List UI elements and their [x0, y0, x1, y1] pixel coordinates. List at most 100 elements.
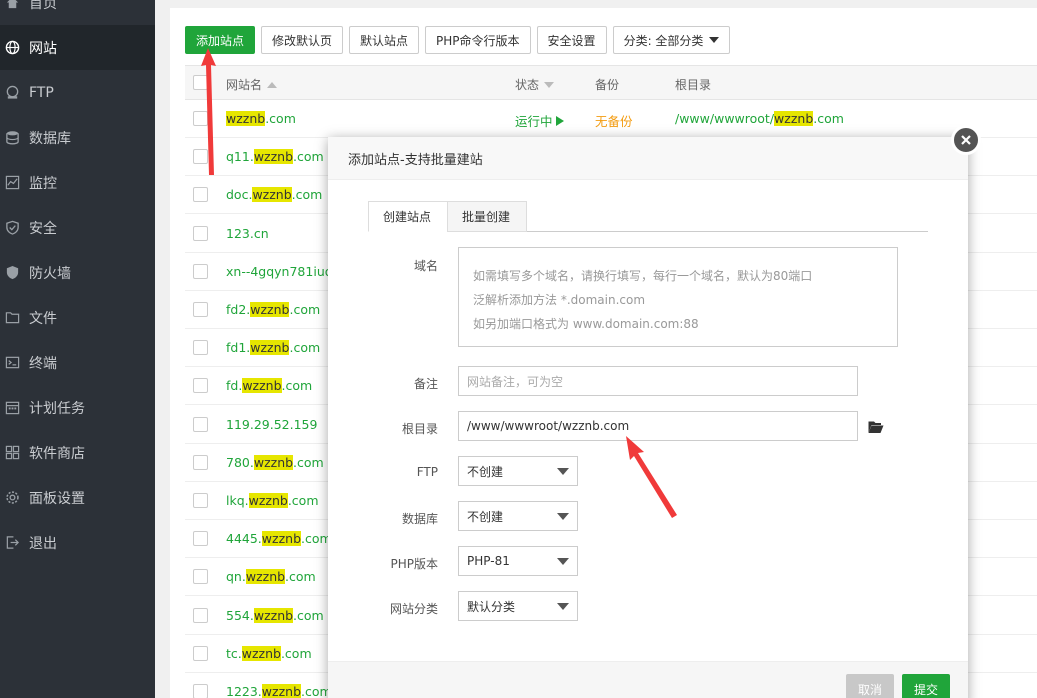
status-toggle[interactable]: 运行中 — [515, 111, 564, 130]
domain-label: 域名 — [413, 259, 438, 273]
add-site-button[interactable]: 添加站点 — [185, 26, 256, 54]
sidebar-item-logout[interactable]: 退出 — [0, 520, 155, 565]
site-name-highlight: wzznb — [253, 607, 294, 623]
root-dir-prefix: /www/wwwroot/ — [675, 111, 775, 126]
cancel-button[interactable]: 取消 — [846, 674, 895, 698]
site-name-link[interactable]: doc.wzznb.com — [226, 187, 322, 203]
sidebar-item-label: 终端 — [29, 355, 57, 372]
row-checkbox[interactable] — [193, 302, 208, 317]
ftp-select[interactable]: 不创建 — [458, 456, 578, 486]
sidebar-item-files[interactable]: 文件 — [0, 295, 155, 340]
site-name-link[interactable]: 4445.wzznb.com — [226, 531, 332, 547]
sidebar-item-label: 面板设置 — [29, 490, 85, 507]
site-name-link[interactable]: lkq.wzznb.com — [226, 493, 319, 508]
domain-textarea[interactable]: 如需填写多个域名，请换行填写，每行一个域名，默认为80端口 泛解析添加方法 *.… — [458, 247, 898, 347]
sidebar-item-label: FTP — [29, 84, 54, 101]
sidebar-item-terminal[interactable]: 终端 — [0, 340, 155, 385]
row-checkbox[interactable] — [193, 225, 208, 241]
backup-link[interactable]: 无备份 — [595, 111, 633, 130]
row-checkbox[interactable] — [193, 684, 208, 698]
site-name-link[interactable]: q11.wzznb.com — [226, 149, 324, 165]
column-header-name[interactable]: 网站名 — [226, 76, 278, 93]
default-site-button[interactable]: 默认站点 — [349, 26, 420, 54]
sidebar-item-store[interactable]: 软件商店 — [0, 430, 155, 475]
submit-button[interactable]: 提交 — [902, 674, 951, 698]
site-name-link[interactable]: fd1.wzznb.com — [226, 340, 320, 356]
site-name-prefix: lkq. — [226, 493, 249, 508]
site-name-prefix: 554. — [226, 607, 254, 623]
sidebar-item-security[interactable]: 安全 — [0, 205, 155, 250]
sidebar-item-ftp[interactable]: FTP — [0, 70, 155, 115]
row-checkbox[interactable] — [193, 149, 208, 165]
site-name-suffix: .com — [285, 569, 316, 585]
table-row[interactable]: wzznb.com 运行中 无备份/www/wwwroot/wzznb.com — [185, 100, 1037, 138]
row-checkbox[interactable] — [193, 111, 208, 126]
row-checkbox[interactable] — [193, 340, 208, 356]
site-name-highlight: wzznb — [226, 111, 266, 126]
site-name-highlight: wzznb — [253, 454, 294, 470]
site-name-link[interactable]: 1223.wzznb.com — [226, 684, 332, 698]
row-checkbox[interactable] — [193, 645, 208, 661]
sidebar-item-home[interactable]: 首页 — [0, 0, 155, 25]
folder-open-icon[interactable] — [868, 420, 884, 434]
sidebar-item-monitor[interactable]: 监控 — [0, 160, 155, 205]
remark-label: 备注 — [413, 377, 438, 391]
site-name-link[interactable]: fd.wzznb.com — [226, 378, 312, 394]
sidebar-item-database[interactable]: 数据库 — [0, 115, 155, 160]
row-checkbox[interactable] — [193, 263, 208, 279]
sidebar-item-label: 数据库 — [29, 130, 71, 147]
root-dir-label: 根目录 — [401, 422, 438, 436]
site-name-link[interactable]: 119.29.52.159 — [226, 417, 317, 432]
remark-input[interactable]: 网站备注，可为空 — [458, 366, 858, 396]
site-name-link[interactable]: fd2.wzznb.com — [226, 302, 320, 317]
root-dir-input[interactable]: /www/wwwroot/wzznb.com — [458, 411, 858, 441]
column-header-status[interactable]: 状态 — [515, 76, 555, 93]
site-name-highlight: wzznb — [242, 378, 282, 394]
sidebar-item-website[interactable]: 网站 — [0, 25, 155, 70]
dialog-footer: 取消 提交 — [328, 661, 968, 698]
table-header: 网站名 状态 备份 根目录 — [185, 65, 1037, 100]
database-select[interactable]: 不创建 — [458, 501, 578, 531]
play-icon — [555, 115, 564, 126]
firewall-icon — [4, 265, 20, 281]
row-checkbox[interactable] — [193, 454, 208, 470]
sidebar-item-firewall[interactable]: 防火墙 — [0, 250, 155, 295]
sidebar-item-settings[interactable]: 面板设置 — [0, 475, 155, 520]
category-select[interactable]: 分类: 全部分类 — [612, 26, 731, 54]
sidebar-item-cron[interactable]: 计划任务 — [0, 385, 155, 430]
site-name-prefix: q11. — [226, 149, 254, 165]
tab-create-site[interactable]: 创建站点 — [368, 201, 448, 232]
edit-default-page-button[interactable]: 修改默认页 — [261, 26, 344, 54]
row-checkbox[interactable] — [193, 607, 208, 623]
site-category-select[interactable]: 默认分类 — [458, 591, 578, 621]
root-dir-suffix: .com — [813, 111, 844, 126]
site-name-link[interactable]: wzznb.com — [226, 111, 296, 126]
site-name-link[interactable]: 780.wzznb.com — [226, 454, 324, 470]
security-settings-button[interactable]: 安全设置 — [536, 26, 607, 54]
dialog-title: 添加站点-支持批量建站 — [348, 152, 483, 168]
calendar-icon — [4, 400, 20, 416]
root-dir-link[interactable]: /www/wwwroot/wzznb.com — [675, 111, 844, 126]
site-name-link[interactable]: 123.cn — [226, 226, 269, 241]
column-header-label: 根目录 — [675, 78, 712, 92]
chevron-down-icon — [557, 512, 569, 520]
row-checkbox[interactable] — [193, 531, 208, 547]
tab-batch-create[interactable]: 批量创建 — [447, 201, 527, 232]
row-checkbox[interactable] — [193, 187, 208, 203]
site-name-prefix: 1223. — [226, 684, 262, 698]
dialog-header: 添加站点-支持批量建站 — [328, 137, 968, 180]
row-checkbox[interactable] — [193, 416, 208, 432]
close-dialog-button[interactable] — [951, 125, 981, 155]
site-name-link[interactable]: 554.wzznb.com — [226, 607, 324, 623]
row-checkbox[interactable] — [193, 378, 208, 394]
sidebar: 首页 网站 FTP 数据库 监控 安全 防火墙 文件 终端 计划任务 软件商店 — [0, 0, 155, 698]
site-name-highlight: wzznb — [250, 302, 290, 317]
site-name-link[interactable]: tc.wzznb.com — [226, 645, 312, 661]
row-checkbox[interactable] — [193, 569, 208, 585]
php-cli-version-button[interactable]: PHP命令行版本 — [425, 26, 531, 54]
select-all-checkbox[interactable] — [193, 75, 208, 90]
site-name-link[interactable]: qn.wzznb.com — [226, 569, 316, 585]
row-checkbox[interactable] — [193, 493, 208, 508]
site-name-link[interactable]: xn--4gqyn781iuo — [226, 264, 332, 279]
php-version-select[interactable]: PHP-81 — [458, 546, 578, 576]
